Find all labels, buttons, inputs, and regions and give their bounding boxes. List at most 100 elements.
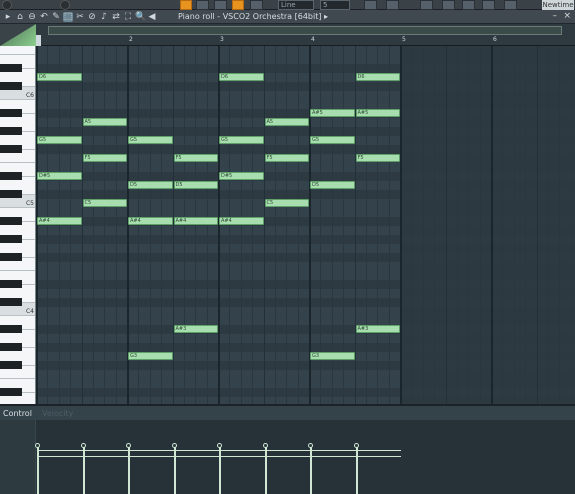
piano-black-key[interactable] [0, 298, 22, 306]
note-block[interactable]: A#4 [173, 217, 218, 225]
velocity-bar[interactable] [82, 446, 85, 494]
piano-black-key[interactable] [0, 388, 22, 396]
piano-black-key[interactable] [0, 235, 22, 243]
plugin-picker-button[interactable] [482, 0, 495, 10]
note-block[interactable]: A#5 [310, 109, 355, 117]
song-mode-button[interactable] [196, 0, 209, 10]
velocity-bar[interactable] [355, 446, 358, 494]
speaker-icon[interactable]: ◀ [147, 12, 157, 22]
minimize-button[interactable]: – [553, 11, 558, 21]
volume-knob[interactable] [2, 0, 12, 10]
note-block[interactable]: G5 [128, 136, 173, 144]
note-block[interactable]: D5 [173, 181, 218, 189]
record-button[interactable] [180, 0, 192, 10]
note-block[interactable]: D6 [37, 73, 82, 81]
note-block[interactable]: G5 [37, 136, 82, 144]
pencil-icon[interactable]: ✎ [51, 12, 61, 22]
velocity-handle[interactable] [35, 443, 40, 448]
wait-button[interactable] [250, 0, 263, 10]
newtime-badge[interactable]: Newtime [542, 0, 574, 10]
note-block[interactable]: A5 [264, 118, 309, 126]
piano-black-key[interactable] [0, 145, 22, 153]
title-arrow-icon[interactable]: ▸ [324, 12, 328, 21]
note-block[interactable]: F5 [82, 154, 127, 162]
browser-button[interactable] [462, 0, 475, 10]
note-block[interactable]: F5 [264, 154, 309, 162]
menu-icon[interactable]: ▸ [3, 12, 13, 22]
piano-white-key[interactable] [0, 46, 35, 55]
note-block[interactable]: D6 [355, 73, 400, 81]
zoom-icon[interactable]: 🔍 [135, 12, 146, 22]
playlist-button[interactable] [420, 0, 433, 10]
note-block[interactable]: F5 [173, 154, 218, 162]
note-block[interactable]: A#4 [128, 217, 173, 225]
piano-black-key[interactable] [0, 190, 22, 198]
overview-strip[interactable] [48, 26, 562, 35]
note-block[interactable]: F5 [355, 154, 400, 162]
note-block[interactable]: A5 [82, 118, 127, 126]
close-button[interactable]: × [563, 11, 571, 21]
piano-black-key[interactable] [0, 325, 22, 333]
velocity-handle[interactable] [80, 443, 86, 448]
mute-icon[interactable]: ⊘ [87, 12, 97, 22]
overview-thumb[interactable] [48, 26, 562, 35]
undo-icon[interactable]: ↶ [39, 12, 49, 22]
snap-field[interactable]: Line [278, 0, 314, 10]
zoom-tab[interactable] [0, 24, 36, 46]
velocity-bar[interactable] [264, 446, 267, 494]
note-block[interactable]: G3 [128, 352, 173, 360]
velocity-lane[interactable] [0, 420, 575, 494]
note-block[interactable]: A#3 [355, 325, 400, 333]
control-label[interactable]: Control [3, 409, 32, 418]
note-block[interactable]: G3 [310, 352, 355, 360]
cut-icon[interactable]: ✂ [75, 12, 85, 22]
velocity-bar[interactable] [173, 446, 176, 494]
note-block[interactable]: G5 [219, 136, 264, 144]
piano-black-key[interactable] [0, 127, 22, 135]
paint-icon[interactable]: ♪ [99, 12, 109, 22]
channel-rack-button[interactable] [386, 0, 399, 10]
slide-icon[interactable]: ⇄ [111, 12, 121, 22]
piano-black-key[interactable] [0, 64, 22, 72]
loop-button[interactable] [214, 0, 227, 10]
velocity-handle[interactable] [353, 443, 359, 448]
select-icon[interactable]: ⬚ [63, 12, 73, 22]
note-block[interactable]: C5 [264, 199, 309, 207]
note-block[interactable]: C5 [82, 199, 127, 207]
piano-black-key[interactable] [0, 361, 22, 369]
note-block[interactable]: D6 [219, 73, 264, 81]
note-block[interactable]: D#5 [219, 172, 264, 180]
velocity-handle[interactable] [217, 443, 222, 448]
velocity-handle[interactable] [171, 443, 177, 448]
piano-black-key[interactable] [0, 280, 22, 288]
piano-black-key[interactable] [0, 217, 22, 225]
playhead-marker[interactable] [36, 35, 41, 46]
mixer-button[interactable] [364, 0, 377, 10]
step-field[interactable]: 5 [320, 0, 350, 10]
velocity-handle[interactable] [126, 443, 131, 448]
master-pitch-knob[interactable] [60, 0, 70, 10]
magnet-icon[interactable]: ⌂ [15, 12, 25, 22]
piano-black-key[interactable] [0, 253, 22, 261]
note-grid[interactable]: D6 D6 D6 A#5 A#5 A5 A5 G5 G5 G5 G5 F5 F5 F5 F5 D#5 D#5 D5… [36, 46, 575, 404]
timeline-ruler[interactable]: 2 3 4 5 6 [36, 24, 575, 46]
note-block[interactable]: A#4 [37, 217, 82, 225]
velocity-handle[interactable] [308, 443, 313, 448]
note-block[interactable]: A#5 [355, 109, 400, 117]
zoom-fit-icon[interactable]: ⛶ [123, 12, 133, 22]
velocity-bar[interactable] [219, 446, 221, 494]
note-block[interactable]: G5 [310, 136, 355, 144]
velocity-bar[interactable] [310, 446, 312, 494]
note-block[interactable]: A#3 [173, 325, 218, 333]
piano-roll-button[interactable] [442, 0, 455, 10]
piano-black-key[interactable] [0, 172, 22, 180]
note-block[interactable]: D5 [310, 181, 355, 189]
piano-black-key[interactable] [0, 82, 22, 90]
velocity-bar[interactable] [37, 446, 39, 494]
note-block[interactable]: A#4 [219, 217, 264, 225]
settings-button[interactable] [504, 0, 517, 10]
piano-black-key[interactable] [0, 343, 22, 351]
velocity-handle[interactable] [262, 443, 268, 448]
note-block[interactable]: D5 [128, 181, 173, 189]
piano-black-key[interactable] [0, 109, 22, 117]
